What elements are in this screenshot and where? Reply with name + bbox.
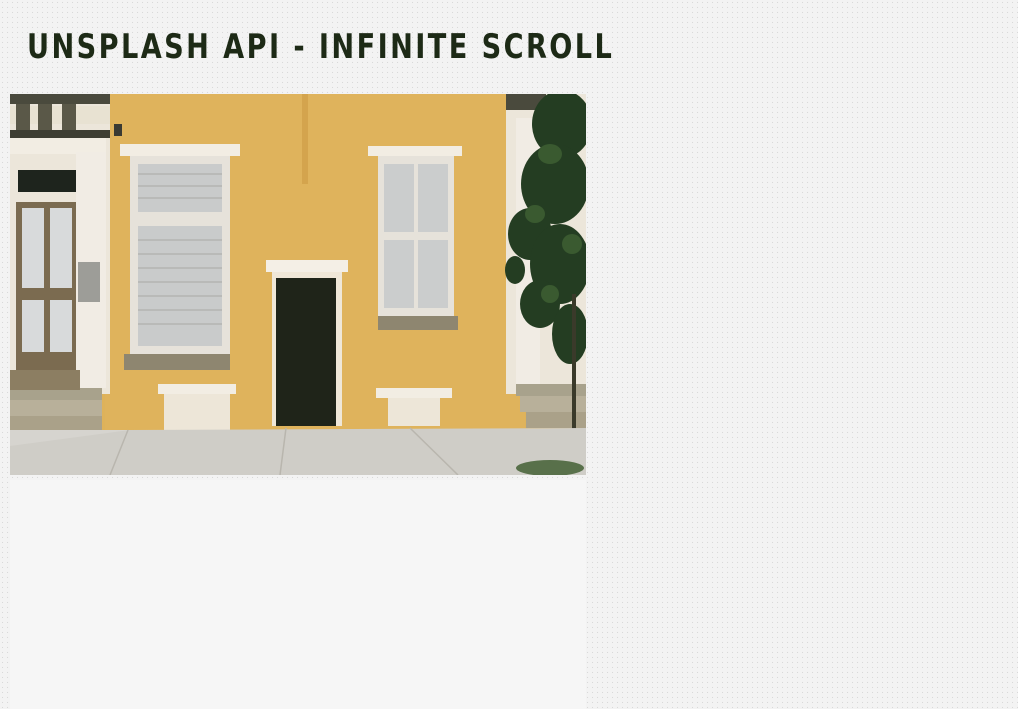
photo-card[interactable] (10, 94, 586, 475)
photo-feed[interactable] (10, 94, 586, 709)
page-title: Unsplash API - Infinite Scroll (27, 27, 615, 67)
photo-image[interactable] (10, 94, 586, 475)
photo-placeholder (10, 480, 586, 709)
